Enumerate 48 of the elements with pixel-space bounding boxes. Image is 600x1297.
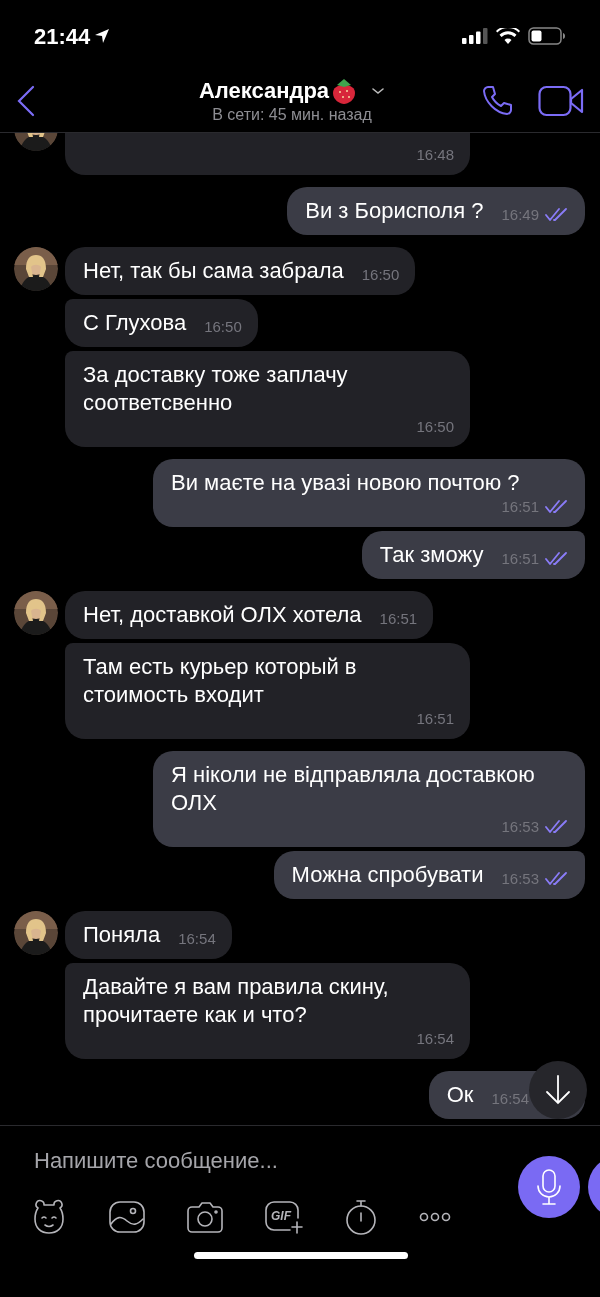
- camera-icon[interactable]: [186, 1200, 224, 1234]
- message-text: Можна спробувати: [291, 861, 484, 889]
- message-time: 16:51: [379, 608, 418, 629]
- message-time: 16:53: [501, 816, 539, 837]
- message-text: Так зможу: [379, 541, 484, 569]
- message-time: 16:50: [204, 316, 242, 337]
- message-text: За доставку тоже заплачу соответсвенно: [83, 361, 349, 417]
- contact-name[interactable]: Александра: [198, 78, 330, 104]
- message-text: Ок: [446, 1081, 474, 1109]
- message-input[interactable]: Напишите сообщение...: [20, 1143, 490, 1177]
- message-text: Поняла: [83, 921, 161, 949]
- strawberry-icon: [331, 77, 358, 105]
- message-text: С Глухова: [83, 309, 187, 337]
- message-time: 16:48: [416, 144, 454, 165]
- more-icon[interactable]: [418, 1211, 452, 1223]
- message-text: Ви з Борисполя ?: [305, 197, 484, 225]
- status-time: 21:44: [34, 22, 91, 51]
- image-icon[interactable]: [108, 1200, 146, 1234]
- message-text: Давайте я вам правила скину, прочитаете как и что?: [83, 973, 390, 1029]
- message-time: 16:54: [178, 928, 216, 949]
- message-time: 16:51: [416, 708, 454, 729]
- message-time: 16:50: [361, 264, 400, 285]
- battery-icon: [528, 27, 566, 45]
- avatar[interactable]: [14, 247, 58, 291]
- message-time: 16:51: [501, 496, 539, 517]
- message-text: Я ніколи не відправляла доставкою ОЛХ: [171, 761, 536, 817]
- signal-icon: [462, 28, 488, 44]
- avatar[interactable]: [14, 911, 58, 955]
- avatar[interactable]: [14, 591, 58, 635]
- message-text: Нет, так бы сама забрала: [83, 257, 344, 285]
- message-text: Там есть курьер который в стоимость входит: [83, 653, 358, 709]
- message-time: 16:54: [491, 1088, 529, 1109]
- timer-icon[interactable]: [344, 1198, 378, 1236]
- video-call-button[interactable]: [538, 85, 584, 117]
- message-time: 16:51: [501, 548, 539, 569]
- message-text: Нет, доставкой ОЛХ хотела: [83, 601, 362, 629]
- location-arrow-icon: [94, 28, 111, 44]
- wifi-icon: [496, 27, 520, 45]
- microphone-icon[interactable]: [536, 1168, 562, 1206]
- message-time: 16:49: [501, 204, 539, 225]
- chevron-down-icon[interactable]: [371, 86, 386, 96]
- message-time: 16:54: [416, 1028, 454, 1049]
- last-seen-status: В сети: 45 мин. назад: [212, 105, 372, 125]
- arrow-down-icon[interactable]: [544, 1074, 572, 1106]
- message-text: Ви маєте на увазі новою почтою ?: [171, 469, 520, 497]
- phone-call-button[interactable]: [480, 84, 514, 118]
- message-time: 16:53: [501, 868, 539, 889]
- message-time: 16:50: [416, 416, 454, 437]
